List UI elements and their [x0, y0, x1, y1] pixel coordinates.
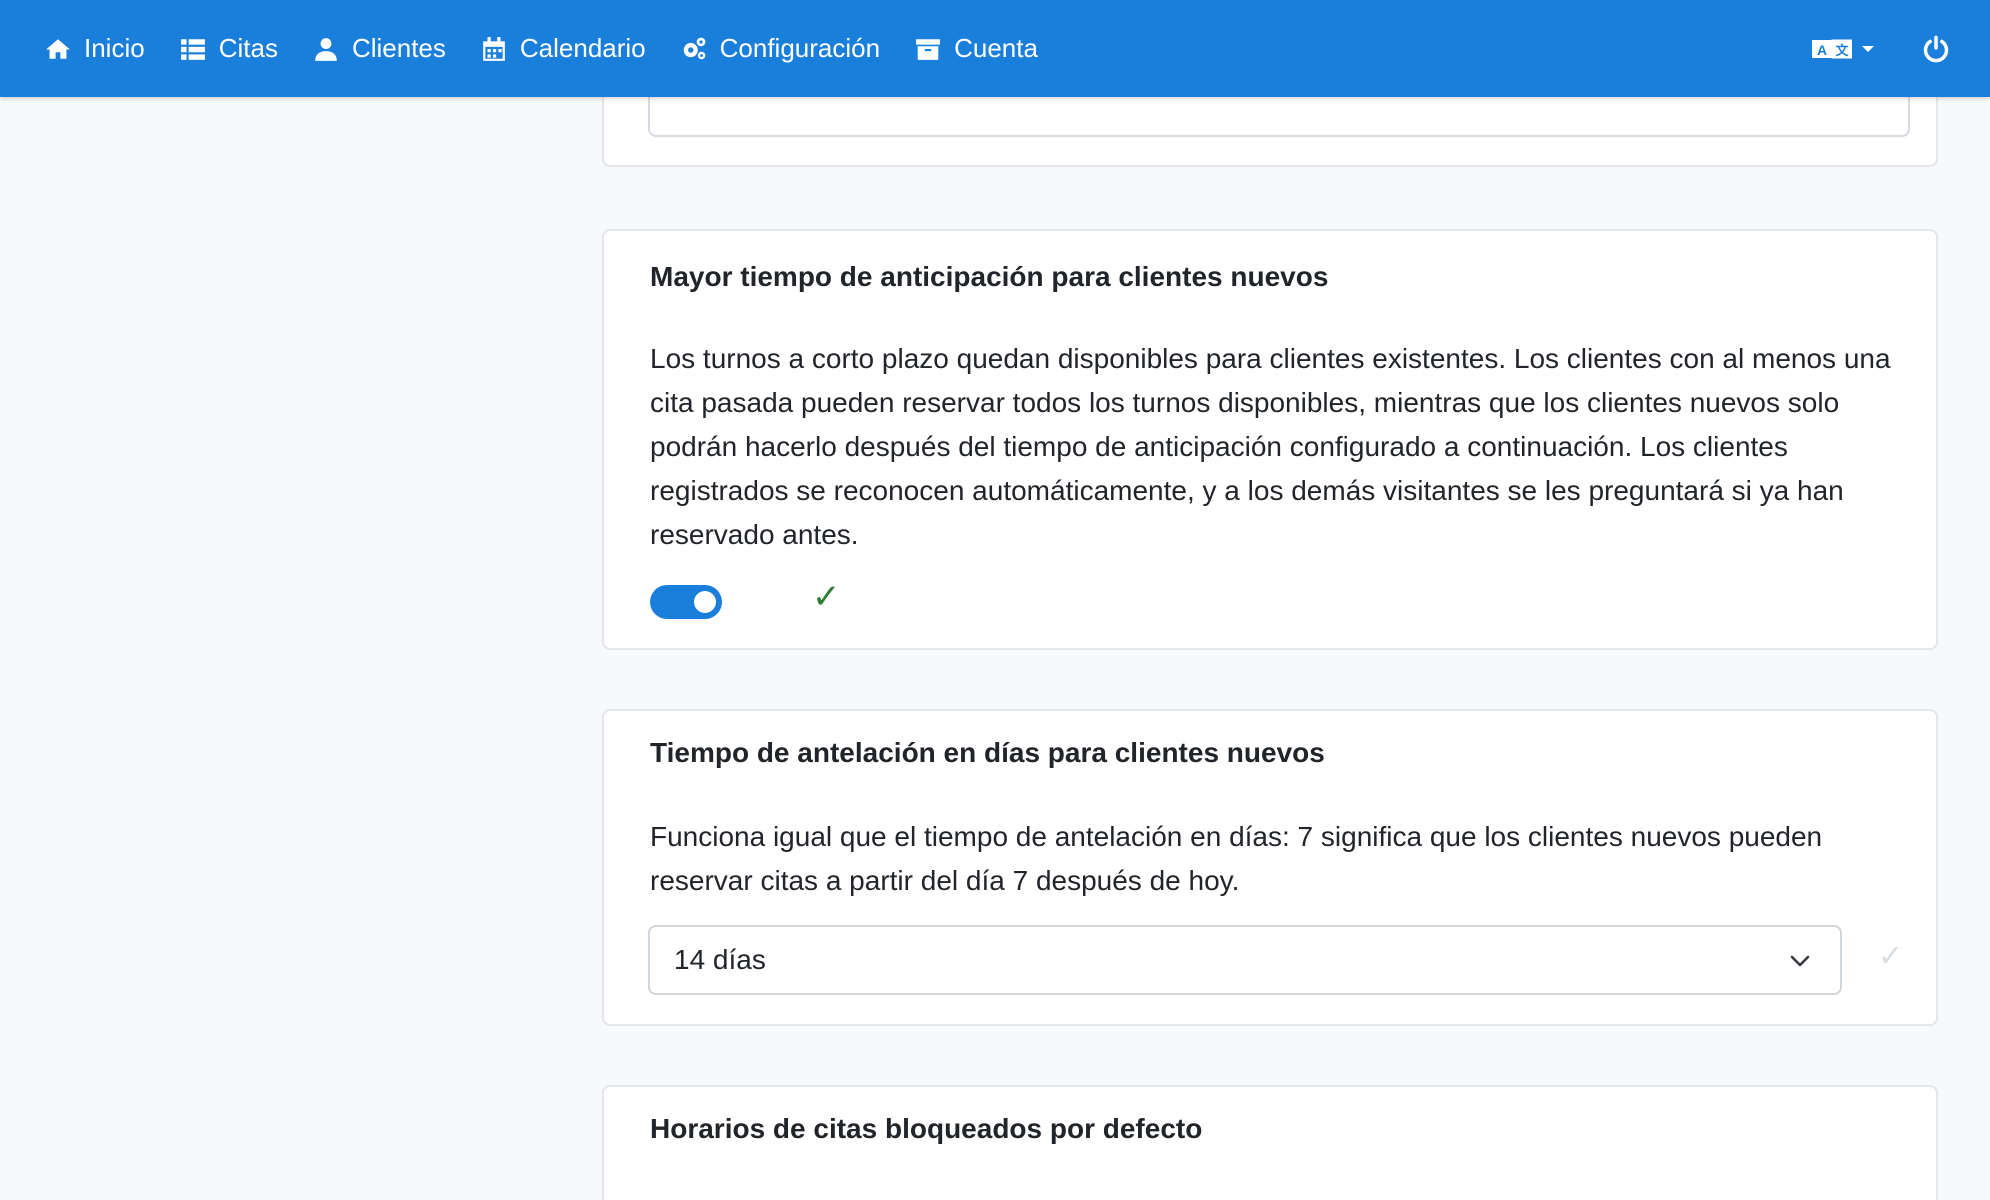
select-value: 14 días	[674, 944, 766, 975]
settings-card-blocked-slots: Horarios de citas bloqueados por defecto	[602, 1085, 1938, 1200]
nav-item-label: Calendario	[519, 33, 646, 63]
archive-icon	[914, 35, 942, 63]
nav-item-label: Cuenta	[954, 33, 1038, 63]
chevron-down-icon	[1862, 45, 1874, 52]
chevron-down-icon	[1790, 955, 1810, 967]
nav-menu: Inicio Citas Clientes Calendario Configu…	[44, 0, 1072, 97]
nav-item-calendario[interactable]: Calendario	[480, 0, 646, 97]
home-icon	[44, 35, 72, 63]
new-client-lead-toggle[interactable]	[650, 585, 722, 619]
svg-text:A: A	[1817, 42, 1827, 58]
nav-item-cuenta[interactable]: Cuenta	[914, 0, 1038, 97]
nav-item-configuracion[interactable]: Configuración	[680, 0, 880, 97]
card-title: Mayor tiempo de anticipación para client…	[650, 261, 1329, 292]
card-description: Los turnos a corto plazo quedan disponib…	[650, 343, 1891, 550]
saved-check-icon: ✓	[812, 577, 841, 617]
translate-icon: A 文	[1812, 39, 1852, 59]
card-description: Funciona igual que el tiempo de antelaci…	[650, 821, 1823, 896]
pending-check-icon: ✓	[1878, 939, 1904, 974]
list-icon	[179, 35, 207, 63]
language-dropdown[interactable]: A 文	[1812, 36, 1874, 62]
nav-item-label: Configuración	[719, 33, 881, 63]
user-icon	[312, 35, 340, 63]
card-title: Horarios de citas bloqueados por defecto	[650, 1113, 1203, 1144]
nav-item-citas[interactable]: Citas	[179, 0, 278, 97]
card-title: Tiempo de antelación en días para client…	[650, 737, 1325, 768]
toggle-knob	[694, 591, 716, 613]
settings-card-lead-days: Tiempo de antelación en días para client…	[602, 709, 1938, 1026]
top-navbar: Inicio Citas Clientes Calendario Configu…	[0, 0, 1990, 97]
gears-icon	[680, 35, 708, 63]
nav-item-label: Inicio	[84, 33, 145, 63]
nav-item-label: Clientes	[351, 33, 446, 63]
nav-right: A 文	[1812, 0, 1950, 97]
calendar-icon	[480, 35, 508, 63]
nav-item-inicio[interactable]: Inicio	[44, 0, 145, 97]
logout-button[interactable]	[1922, 35, 1950, 63]
lead-days-select[interactable]: 14 días	[648, 925, 1842, 995]
settings-card-new-client-lead: Mayor tiempo de anticipación para client…	[602, 229, 1938, 650]
power-icon	[1923, 35, 1949, 62]
nav-item-clientes[interactable]: Clientes	[312, 0, 446, 97]
svg-text:文: 文	[1835, 43, 1849, 59]
nav-item-label: Citas	[218, 33, 278, 63]
